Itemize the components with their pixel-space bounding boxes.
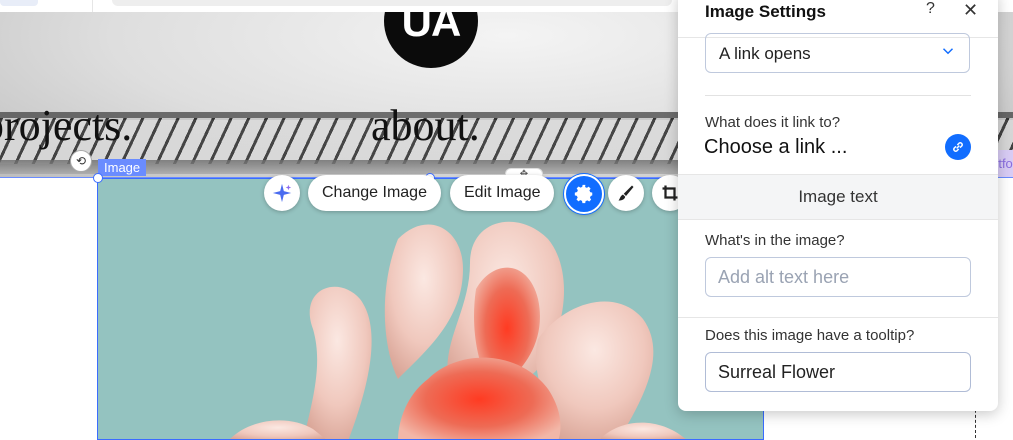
image-settings-panel: Image Settings ? ✕ A link opens What doe… [678,0,998,411]
selected-element-label: Image [98,159,147,176]
change-image-button[interactable]: Change Image [308,175,441,211]
design-button[interactable] [608,175,644,211]
rotate-handle-icon[interactable]: ⟲ [70,150,92,172]
selected-image[interactable] [97,178,764,440]
panel-divider [705,95,971,96]
edit-image-button[interactable]: Edit Image [450,175,555,211]
surreal-flower-artwork [230,221,686,439]
link-to-value[interactable]: Choose a link ... [704,136,847,159]
help-icon[interactable]: ? [926,0,935,18]
link-behavior-value: A link opens [719,44,811,63]
alt-text-label: What's in the image? [705,232,845,249]
gear-icon [574,184,593,204]
top-tab-chip[interactable] [0,0,38,6]
ai-tools-button[interactable] [264,175,300,211]
nav-link-about[interactable]: about. [371,100,480,152]
sparkle-icon [272,183,292,203]
nav-link-projects[interactable]: projects. [0,100,132,152]
resize-handle-top-left[interactable] [93,173,103,183]
link-behavior-dropdown[interactable]: A link opens [705,33,970,73]
top-separator [92,0,93,12]
tooltip-label: Does this image have a tooltip? [705,327,915,344]
chevron-down-icon [942,48,954,55]
image-text-section-title: Image text [798,187,878,206]
top-address-bar[interactable] [112,0,672,6]
brush-icon [618,185,634,201]
link-icon [953,142,963,152]
link-to-label: What does it link to? [705,114,841,131]
crop-icon [662,185,678,201]
link-button[interactable] [945,134,971,160]
panel-divider-2 [678,317,998,318]
image-text-section-header: Image text [678,174,998,220]
close-icon[interactable]: ✕ [963,0,978,21]
settings-button[interactable] [564,174,604,214]
alt-text-input[interactable] [705,257,971,297]
panel-title: Image Settings [705,2,826,21]
tooltip-input[interactable] [705,352,971,392]
